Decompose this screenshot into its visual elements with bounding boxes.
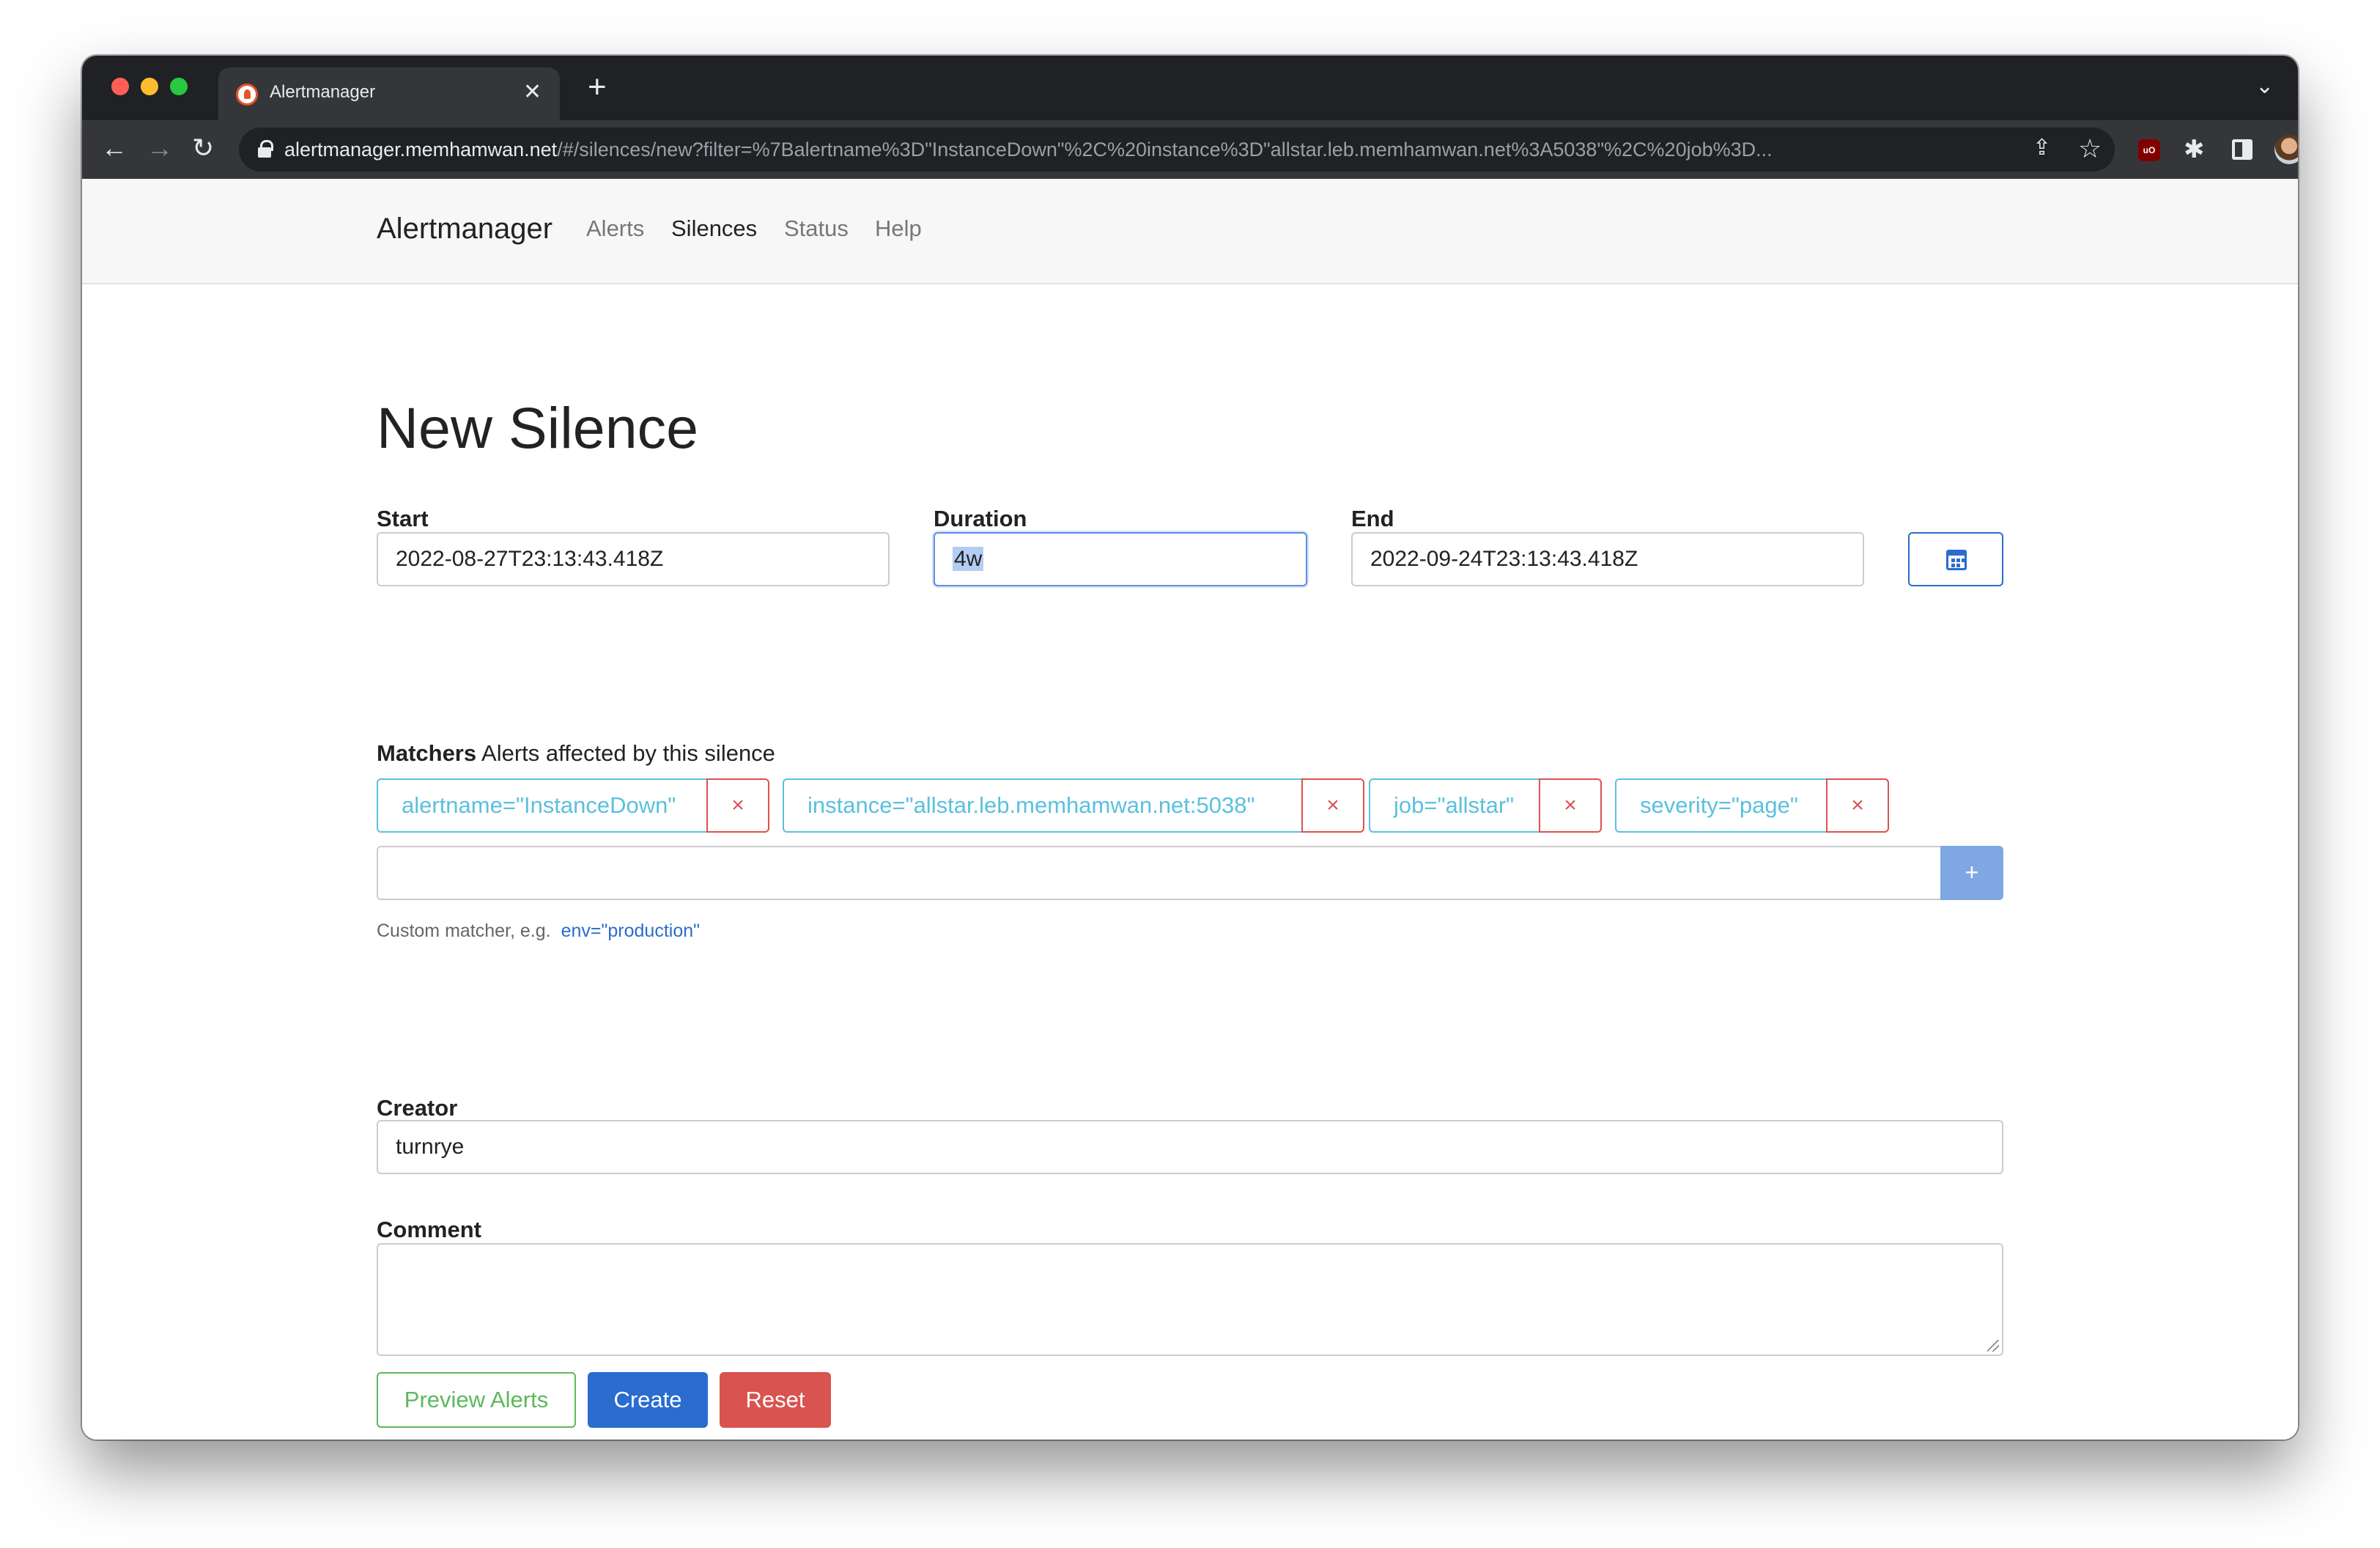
matchers-description: Alerts affected by this silence <box>481 740 775 766</box>
nav-help[interactable]: Help <box>875 215 922 242</box>
create-button[interactable]: Create <box>588 1372 708 1428</box>
matchers-heading: Matchers Alerts affected by this silence <box>377 740 775 767</box>
extensions-puzzle-icon[interactable]: ✱ <box>2184 135 2205 164</box>
bookmark-star-icon[interactable]: ☆ <box>2078 133 2102 164</box>
matcher-chip[interactable]: instance="allstar.leb.memhamwan.net:5038… <box>783 778 1303 833</box>
remove-matcher-button[interactable]: × <box>1539 778 1602 833</box>
matcher-chip[interactable]: job="allstar" <box>1369 778 1540 833</box>
page-title: New Silence <box>377 395 699 460</box>
alertmanager-favicon-icon <box>236 84 258 106</box>
nav-silences[interactable]: Silences <box>671 215 757 242</box>
matchers-label: Matchers <box>377 740 477 766</box>
calendar-icon <box>1946 550 1967 570</box>
creator-label: Creator <box>377 1095 458 1121</box>
app-navbar: Alertmanager Alerts Silences Status Help <box>82 179 2298 284</box>
tab-title: Alertmanager <box>270 82 376 102</box>
tab-strip: Alertmanager ✕ + ⌄ <box>82 56 2298 120</box>
url-host: alertmanager.memhamwan.net <box>284 139 558 161</box>
preview-alerts-button[interactable]: Preview Alerts <box>377 1372 576 1428</box>
address-bar[interactable]: alertmanager.memhamwan.net/#/silences/ne… <box>239 128 2115 172</box>
end-label: End <box>1351 506 1394 531</box>
comment-label: Comment <box>377 1217 481 1242</box>
calendar-button[interactable] <box>1908 532 2003 586</box>
minimize-window-button[interactable] <box>141 78 158 95</box>
remove-matcher-button[interactable]: × <box>1826 778 1889 833</box>
creator-input[interactable]: turnrye <box>377 1120 2003 1174</box>
url-path: /#/silences/new?filter=%7Balertname%3D"I… <box>557 139 1773 161</box>
resize-handle-icon[interactable] <box>1987 1340 1999 1352</box>
start-input[interactable]: 2022-08-27T23:13:43.418Z <box>377 532 890 586</box>
browser-window: Alertmanager ✕ + ⌄ ← → ↻ alertmanager.me… <box>82 56 2298 1440</box>
back-arrow-icon[interactable]: ← <box>101 133 128 163</box>
matcher-chip[interactable]: severity="page" <box>1615 778 1828 833</box>
new-tab-icon[interactable]: + <box>588 69 607 106</box>
end-input[interactable]: 2022-09-24T23:13:43.418Z <box>1351 532 1864 586</box>
remove-matcher-button[interactable]: × <box>1301 778 1364 833</box>
reset-button[interactable]: Reset <box>720 1372 831 1428</box>
brand-link[interactable]: Alertmanager <box>377 213 552 246</box>
matcher-chip[interactable]: alertname="InstanceDown" <box>377 778 708 833</box>
start-label: Start <box>377 506 429 531</box>
new-matcher-input[interactable] <box>377 846 1942 900</box>
remove-matcher-button[interactable]: × <box>706 778 769 833</box>
lock-icon[interactable] <box>258 140 273 159</box>
browser-tab[interactable]: Alertmanager ✕ <box>218 67 560 120</box>
duration-input[interactable]: 4w <box>934 532 1307 586</box>
nav-alerts[interactable]: Alerts <box>586 215 644 242</box>
ublock-extension-icon[interactable]: uO <box>2138 139 2160 161</box>
share-icon[interactable]: ⇪ <box>2033 135 2051 161</box>
maximize-window-button[interactable] <box>170 78 188 95</box>
page-content: Alertmanager Alerts Silences Status Help… <box>82 179 2298 1440</box>
comment-textarea[interactable] <box>377 1243 2003 1356</box>
forward-arrow-icon[interactable]: → <box>147 133 173 163</box>
nav-status[interactable]: Status <box>784 215 849 242</box>
matcher-help-label: Custom matcher, e.g. <box>377 921 551 941</box>
add-matcher-button[interactable]: + <box>1940 846 2003 900</box>
side-panel-icon[interactable] <box>2232 139 2252 160</box>
close-window-button[interactable] <box>111 78 129 95</box>
matcher-help-example[interactable]: env="production" <box>561 921 700 941</box>
tab-close-icon[interactable]: ✕ <box>523 79 542 106</box>
profile-avatar[interactable] <box>2274 135 2298 164</box>
matcher-help-text: Custom matcher, e.g. env="production" <box>377 921 700 942</box>
tab-search-chevron-icon[interactable]: ⌄ <box>2255 73 2274 99</box>
url-text[interactable]: alertmanager.memhamwan.net/#/silences/ne… <box>284 138 1933 161</box>
duration-value: 4w <box>953 547 984 571</box>
browser-toolbar: ← → ↻ alertmanager.memhamwan.net/#/silen… <box>82 120 2298 179</box>
duration-label: Duration <box>934 506 1027 531</box>
reload-icon[interactable]: ↻ <box>192 133 214 163</box>
